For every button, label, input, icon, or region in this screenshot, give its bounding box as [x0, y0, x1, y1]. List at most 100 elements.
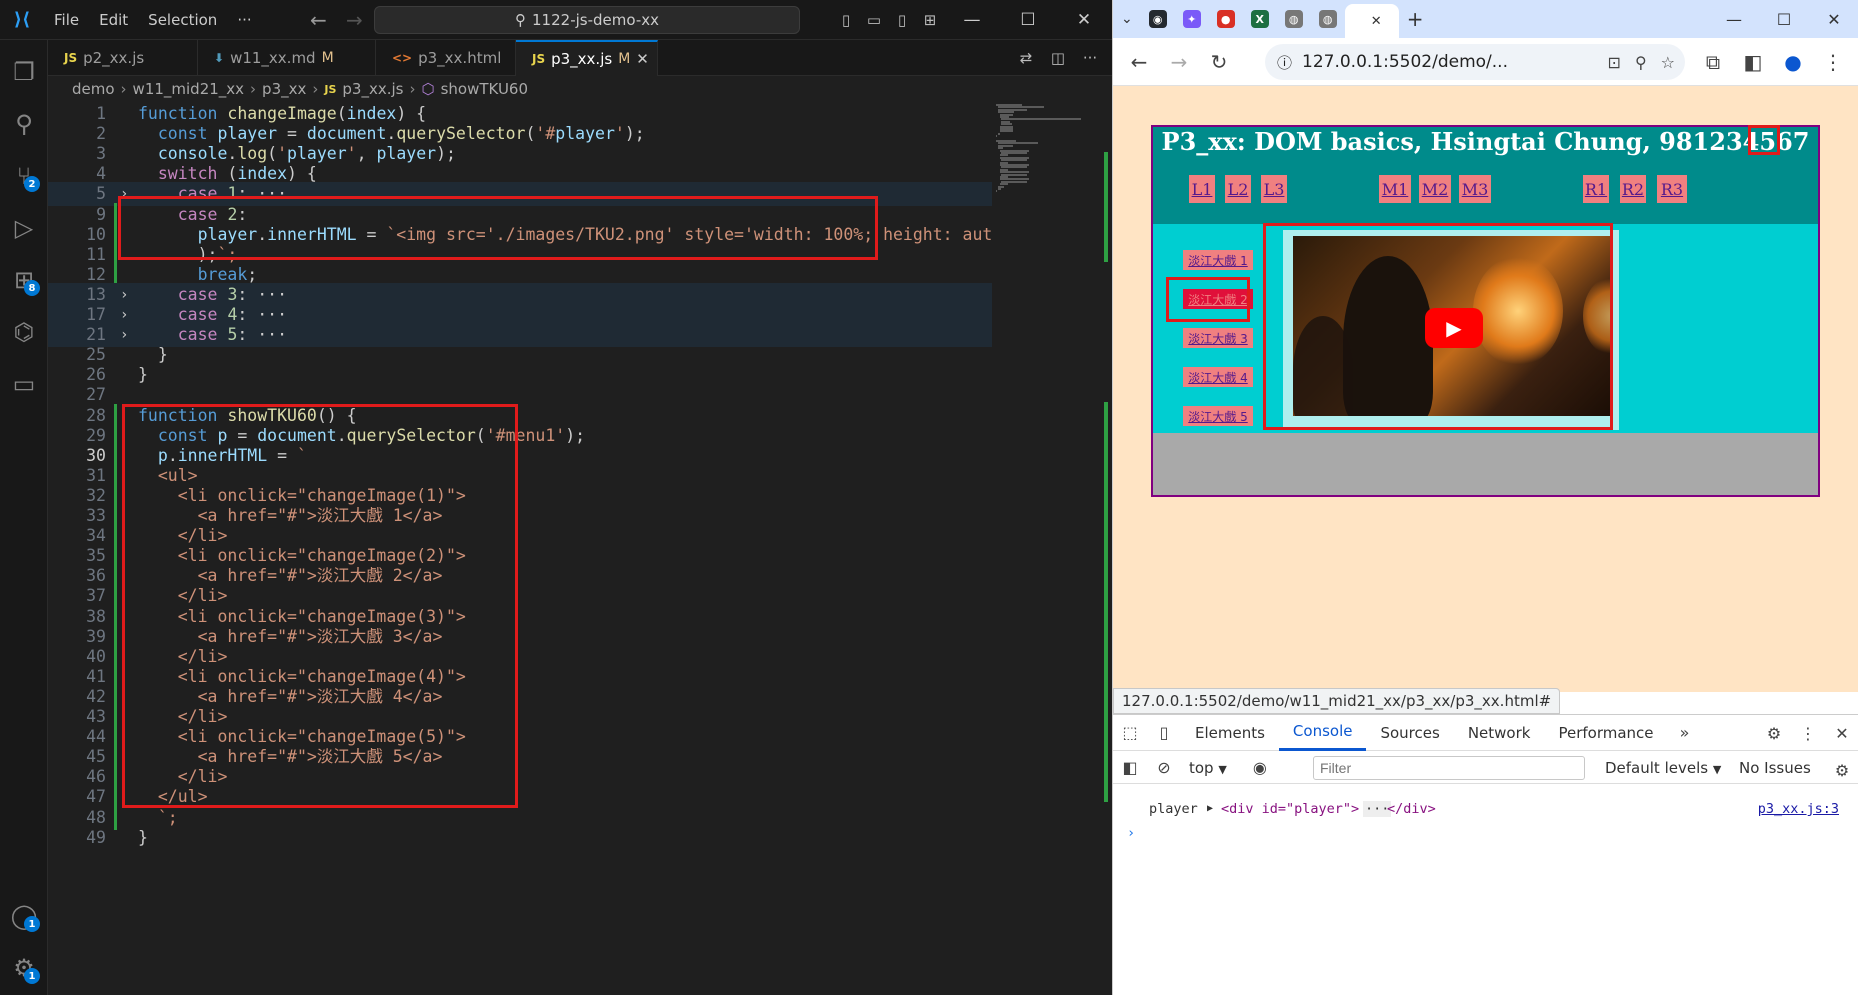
translate-icon[interactable]: ⊡: [1608, 53, 1621, 72]
python-icon[interactable]: ⌬: [0, 308, 48, 356]
source-control-icon[interactable]: ⑂ 2: [0, 152, 48, 200]
nav-link-m1[interactable]: M1: [1379, 175, 1411, 203]
chrome-menu-icon[interactable]: ⋮: [1813, 42, 1853, 82]
bookmark-star-icon[interactable]: ☆: [1661, 53, 1675, 72]
forward-arrow-icon[interactable]: →: [1159, 42, 1199, 82]
browser-tab[interactable]: ◉: [1141, 4, 1175, 34]
tab-p3-xx-html[interactable]: <> p3_xx.html: [376, 40, 516, 76]
browser-tab[interactable]: X: [1243, 4, 1277, 34]
back-arrow-icon[interactable]: ←: [1119, 42, 1159, 82]
nav-link-r3[interactable]: R3: [1657, 175, 1687, 203]
more-tabs-icon[interactable]: »: [1668, 715, 1702, 751]
site-info-icon[interactable]: ⓘ: [1277, 52, 1292, 73]
settings-gear-icon[interactable]: ⚙ 1: [0, 944, 48, 992]
nav-link-l2[interactable]: L2: [1225, 175, 1251, 203]
minimize-icon[interactable]: —: [1709, 0, 1759, 38]
code-editor[interactable]: 1 function changeImage(index) {2 const pl…: [48, 102, 992, 995]
extensions-puzzle-icon[interactable]: ⧉: [1693, 42, 1733, 82]
maximize-icon[interactable]: ☐: [1759, 0, 1809, 38]
nav-link-r2[interactable]: R2: [1620, 175, 1646, 203]
inspect-element-icon[interactable]: ⬚: [1113, 715, 1147, 751]
profile-avatar-icon[interactable]: ●: [1773, 42, 1813, 82]
log-element-open[interactable]: <div id="player">: [1221, 801, 1359, 817]
menu-file[interactable]: File: [44, 11, 89, 29]
more-actions-icon[interactable]: ···: [1076, 44, 1104, 72]
youtube-play-button-icon[interactable]: ▶: [1425, 308, 1483, 348]
browser-tab[interactable]: ✦: [1175, 4, 1209, 34]
nav-link-l1[interactable]: L1: [1189, 175, 1215, 203]
context-selector[interactable]: top ▼: [1181, 759, 1235, 777]
menu-link-5[interactable]: 淡江大戲 5: [1183, 406, 1253, 426]
toggle-primary-sidebar-icon[interactable]: ▯: [832, 6, 860, 34]
close-tab-icon[interactable]: ✕: [1371, 14, 1382, 29]
toggle-panel-icon[interactable]: ▭: [860, 6, 888, 34]
compare-changes-icon[interactable]: ⇄: [1012, 44, 1040, 72]
more-options-icon[interactable]: ⋮: [1791, 715, 1825, 751]
clear-console-icon[interactable]: ⊘: [1147, 750, 1181, 786]
device-toolbar-icon[interactable]: ▯: [1147, 715, 1181, 751]
nav-link-l3[interactable]: L3: [1261, 175, 1287, 203]
menu-link-3[interactable]: 淡江大戲 3: [1183, 328, 1253, 348]
search-icon[interactable]: ⚲: [0, 100, 48, 148]
address-bar[interactable]: ⓘ 127.0.0.1:5502/demo/... ⊡ ⚲ ☆: [1265, 44, 1685, 80]
explorer-icon[interactable]: ❐: [0, 48, 48, 96]
close-tab-icon[interactable]: ✕: [636, 50, 649, 68]
editor-scrollbar[interactable]: [1102, 102, 1112, 995]
minimap[interactable]: [992, 102, 1102, 995]
nav-link-m3[interactable]: M3: [1459, 175, 1491, 203]
remote-explorer-icon[interactable]: ▭: [0, 360, 48, 408]
browser-tab[interactable]: ◍: [1311, 4, 1345, 34]
devtools-tab-performance[interactable]: Performance: [1544, 715, 1667, 751]
browser-tab-active[interactable]: ✕: [1344, 4, 1399, 38]
toggle-secondary-sidebar-icon[interactable]: ▯: [888, 6, 916, 34]
menu-link-2[interactable]: 淡江大戲 2: [1183, 289, 1253, 309]
breadcrumb-item[interactable]: p3_xx: [262, 80, 306, 98]
live-expression-eye-icon[interactable]: ◉: [1243, 750, 1277, 786]
accounts-icon[interactable]: ◯ 1: [0, 892, 48, 940]
close-icon[interactable]: ✕: [1825, 715, 1858, 751]
new-tab-button[interactable]: +: [1399, 4, 1432, 34]
youtube-video-embed[interactable]: ▶: [1293, 236, 1613, 416]
menu-more[interactable]: ···: [227, 11, 261, 29]
close-icon[interactable]: ✕: [1056, 0, 1112, 40]
nav-link-r1[interactable]: R1: [1583, 175, 1609, 203]
menu-link-4[interactable]: 淡江大戲 4: [1183, 367, 1253, 387]
breadcrumb-item[interactable]: demo: [72, 80, 115, 98]
console-settings-gear-icon[interactable]: ⚙: [1825, 752, 1858, 788]
split-editor-icon[interactable]: ◫: [1044, 44, 1072, 72]
console-filter-input[interactable]: [1313, 756, 1585, 780]
expand-triangle-icon[interactable]: ▶: [1207, 803, 1213, 814]
extensions-icon[interactable]: ⊞ 8: [0, 256, 48, 304]
maximize-icon[interactable]: ☐: [1000, 0, 1056, 40]
browser-tab[interactable]: ◍: [1277, 4, 1311, 34]
show-sidebar-icon[interactable]: ◧: [1113, 750, 1147, 786]
close-icon[interactable]: ✕: [1809, 0, 1858, 38]
issues-count[interactable]: No Issues: [1739, 759, 1811, 777]
tab-w11-xx-md[interactable]: ⬇ w11_xx.md M: [198, 40, 376, 76]
code-line[interactable]: 49}: [48, 826, 992, 850]
breadcrumb-item[interactable]: showTKU60: [441, 80, 528, 98]
minimize-icon[interactable]: —: [944, 0, 1000, 40]
nav-link-m2[interactable]: M2: [1419, 175, 1451, 203]
customize-layout-icon[interactable]: ⊞: [916, 6, 944, 34]
menu-edit[interactable]: Edit: [89, 11, 138, 29]
devtools-tab-elements[interactable]: Elements: [1181, 715, 1279, 751]
log-levels-dropdown[interactable]: Default levels ▼: [1605, 759, 1721, 777]
tab-p3-xx-js[interactable]: JS p3_xx.js M ✕: [516, 40, 658, 76]
menu-link-1[interactable]: 淡江大戲 1: [1183, 250, 1253, 270]
side-panel-icon[interactable]: ◧: [1733, 42, 1773, 82]
devtools-tab-network[interactable]: Network: [1454, 715, 1545, 751]
devtools-tab-console[interactable]: Console: [1278, 715, 1367, 751]
back-arrow-icon[interactable]: ←: [300, 8, 337, 32]
devtools-tab-sources[interactable]: Sources: [1366, 715, 1453, 751]
tab-search-button[interactable]: ⌄: [1113, 4, 1141, 34]
run-debug-icon[interactable]: ▷: [0, 204, 48, 252]
zoom-icon[interactable]: ⚲: [1635, 53, 1647, 72]
log-source-link[interactable]: p3_xx.js:3: [1758, 801, 1839, 817]
tab-p2-xx-js[interactable]: JS p2_xx.js: [48, 40, 198, 76]
breadcrumb-item[interactable]: p3_xx.js: [342, 80, 403, 98]
browser-tab[interactable]: ●: [1209, 4, 1243, 34]
settings-gear-icon[interactable]: ⚙: [1757, 715, 1791, 751]
breadcrumb-item[interactable]: w11_mid21_xx: [133, 80, 245, 98]
menu-selection[interactable]: Selection: [138, 11, 227, 29]
